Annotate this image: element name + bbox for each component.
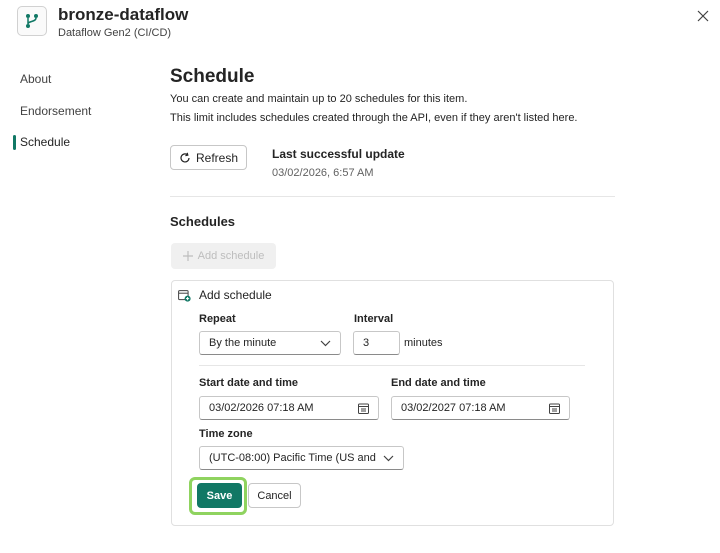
start-datetime-label: Start date and time (199, 377, 299, 389)
page-title: Schedule (170, 66, 255, 87)
timezone-dropdown[interactable]: (UTC-08:00) Pacific Time (US and (199, 446, 404, 470)
nav-active-indicator (13, 135, 16, 150)
calendar-icon (358, 403, 369, 414)
item-type: Dataflow Gen2 (CI/CD) (58, 27, 172, 39)
interval-unit: minutes (404, 337, 443, 349)
chevron-down-icon (320, 340, 331, 346)
refresh-icon (180, 152, 190, 162)
add-schedule-card-title: Add schedule (199, 288, 272, 302)
last-update-value: 03/02/2026, 6:57 AM (272, 167, 374, 179)
description-line-2: This limit includes schedules created th… (170, 112, 578, 124)
nav-item-endorsement[interactable]: Endorsement (20, 104, 91, 118)
end-datetime-picker[interactable]: 03/02/2027 07:18 AM (391, 396, 570, 420)
end-datetime-label: End date and time (391, 377, 486, 389)
form-divider (199, 365, 585, 366)
refresh-button[interactable]: Refresh (170, 145, 247, 170)
add-schedule-button-label: Add schedule (197, 250, 265, 262)
interval-input[interactable] (353, 331, 400, 355)
repeat-dropdown[interactable]: By the minute (199, 331, 341, 355)
description-line-1: You can create and maintain up to 20 sch… (170, 93, 468, 105)
save-button[interactable]: Save (197, 483, 242, 508)
cancel-button[interactable]: Cancel (248, 483, 301, 508)
dataflow-icon (17, 6, 47, 36)
schedules-heading: Schedules (170, 214, 236, 229)
refresh-label: Refresh (195, 150, 239, 165)
interval-label: Interval (354, 313, 394, 325)
calendar-icon (549, 403, 560, 414)
start-datetime-value: 03/02/2026 07:18 AM (209, 402, 314, 414)
start-datetime-picker[interactable]: 03/02/2026 07:18 AM (199, 396, 379, 420)
section-divider (170, 196, 615, 197)
end-datetime-value: 03/02/2027 07:18 AM (401, 402, 506, 414)
calendar-add-icon (178, 290, 191, 302)
repeat-label: Repeat (199, 313, 236, 325)
timezone-label: Time zone (199, 428, 253, 440)
nav-item-about[interactable]: About (20, 72, 51, 86)
close-icon[interactable] (693, 6, 713, 26)
last-update-label: Last successful update (272, 147, 405, 161)
item-title: bronze-dataflow (58, 5, 189, 24)
timezone-value: (UTC-08:00) Pacific Time (US and (209, 452, 376, 464)
plus-icon (182, 251, 193, 261)
repeat-value: By the minute (209, 337, 277, 349)
chevron-down-icon (383, 455, 394, 461)
add-schedule-button: Add schedule (171, 243, 276, 269)
nav-item-schedule[interactable]: Schedule (20, 135, 70, 149)
